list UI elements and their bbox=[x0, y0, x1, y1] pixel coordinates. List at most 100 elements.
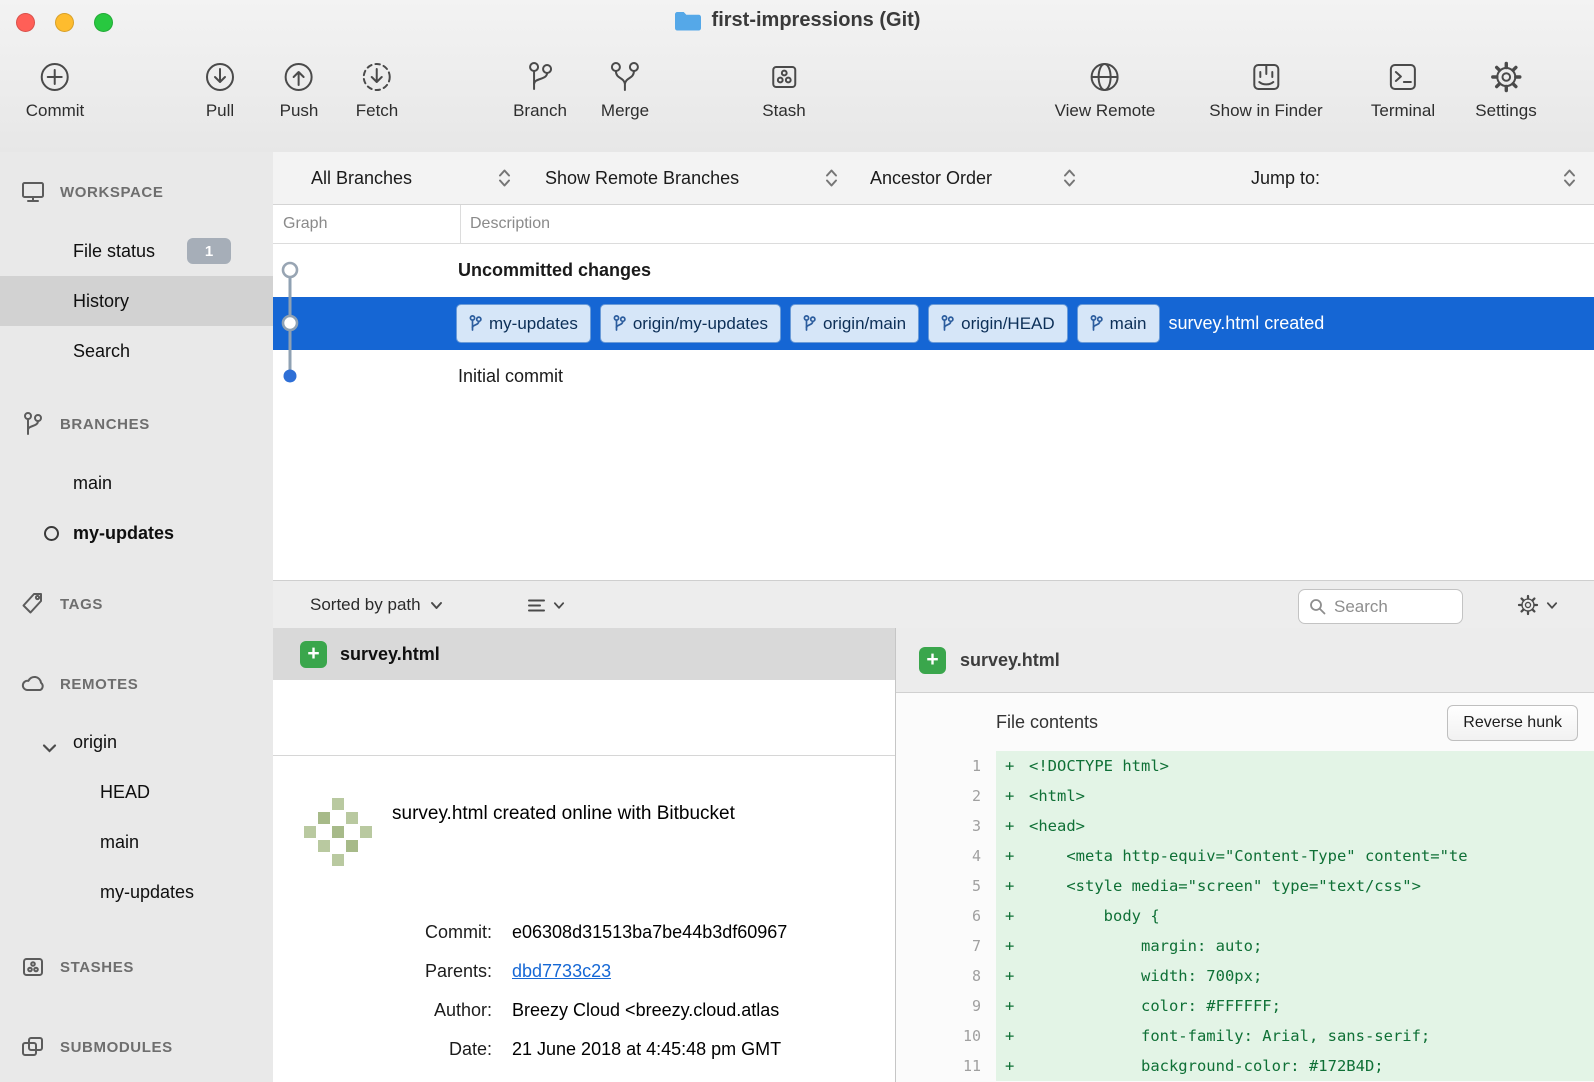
cloud-icon bbox=[20, 671, 60, 697]
diff-line: 1+<!DOCTYPE html> bbox=[896, 751, 1594, 781]
added-file-icon bbox=[919, 647, 946, 674]
toolbar-push-button[interactable]: Push bbox=[280, 56, 319, 121]
date-value: 21 June 2018 at 4:45:48 pm GMT bbox=[512, 1039, 781, 1060]
sidebar-item-branch-my-updates[interactable]: my-updates bbox=[0, 508, 273, 558]
added-file-icon bbox=[300, 641, 327, 668]
toolbar-merge-button[interactable]: Merge bbox=[601, 56, 649, 121]
diff-hunk-header: File contents Reverse hunk bbox=[896, 693, 1594, 751]
toolbar-stash-button[interactable]: Stash bbox=[762, 56, 805, 121]
list-icon bbox=[527, 598, 546, 613]
window-chrome: first-impressions (Git) Commit Pull Push… bbox=[0, 0, 1594, 153]
sidebar-item-history[interactable]: History bbox=[0, 276, 273, 326]
commit-row-selected[interactable]: my-updates origin/my-updates origin/main… bbox=[273, 297, 1594, 350]
file-status-count-badge: 1 bbox=[187, 238, 231, 264]
branch-icon bbox=[522, 56, 558, 98]
commit-detail-message: survey.html created online with Bitbucke… bbox=[392, 756, 895, 824]
hunk-title: File contents bbox=[996, 712, 1098, 733]
file-list-item[interactable]: survey.html bbox=[273, 628, 895, 680]
stashes-icon bbox=[20, 954, 60, 980]
branch-badge-my-updates[interactable]: my-updates bbox=[456, 304, 591, 343]
chevron-down-icon bbox=[1546, 601, 1558, 610]
toolbar-terminal-button[interactable]: Terminal bbox=[1371, 56, 1435, 121]
sidebar-section-workspace[interactable]: WORKSPACE bbox=[0, 168, 273, 216]
diff-line: 4+ <meta http-equiv="Content-Type" conte… bbox=[896, 841, 1594, 871]
diff-line: 3+<head> bbox=[896, 811, 1594, 841]
commit-metadata: Commit: e06308d31513ba7be44b3df60967 Par… bbox=[273, 913, 895, 1069]
sidebar-item-origin-my-updates[interactable]: my-updates bbox=[0, 867, 273, 917]
sort-order-dropdown[interactable]: Ancestor Order bbox=[870, 152, 992, 204]
branch-filter-dropdown[interactable]: All Branches bbox=[311, 152, 412, 204]
branch-badge-origin-my-updates[interactable]: origin/my-updates bbox=[600, 304, 781, 343]
file-list-toolbar: Sorted by path Search bbox=[273, 580, 1594, 632]
sidebar-section-remotes[interactable]: REMOTES bbox=[0, 660, 273, 708]
toolbar-fetch-button[interactable]: Fetch bbox=[356, 56, 399, 121]
branch-badge-main[interactable]: main bbox=[1077, 304, 1160, 343]
reverse-hunk-button[interactable]: Reverse hunk bbox=[1447, 705, 1578, 741]
branch-badge-origin-head[interactable]: origin/HEAD bbox=[928, 304, 1068, 343]
remote-branches-dropdown[interactable]: Show Remote Branches bbox=[545, 152, 739, 204]
description-column-header[interactable]: Description bbox=[461, 205, 550, 243]
jump-to-label: Jump to: bbox=[1251, 152, 1320, 204]
commit-row-initial[interactable]: Initial commit bbox=[273, 350, 1594, 403]
diff-file-header: survey.html bbox=[896, 628, 1594, 693]
submodules-icon bbox=[20, 1034, 60, 1060]
commit-icon bbox=[37, 56, 73, 98]
commit-graph bbox=[273, 244, 313, 403]
chevron-down-icon bbox=[553, 601, 565, 610]
commit-hash-row: Commit: e06308d31513ba7be44b3df60967 bbox=[273, 913, 895, 952]
branch-badge-origin-main[interactable]: origin/main bbox=[790, 304, 919, 343]
sidebar-section-submodules[interactable]: SUBMODULES bbox=[0, 1023, 273, 1071]
toolbar-branch-button[interactable]: Branch bbox=[513, 56, 567, 121]
toolbar-pull-button[interactable]: Pull bbox=[202, 56, 238, 121]
sidebar-item-origin-main[interactable]: main bbox=[0, 817, 273, 867]
gear-icon bbox=[1488, 56, 1524, 98]
toolbar-commit-button[interactable]: Commit bbox=[26, 56, 85, 121]
sourcetree-window: first-impressions (Git) Commit Pull Push… bbox=[0, 0, 1594, 1082]
sort-dropdown[interactable]: Sorted by path bbox=[310, 581, 443, 629]
remote-branches-stepper-icon[interactable] bbox=[825, 166, 838, 195]
toolbar-show-in-finder-button[interactable]: Show in Finder bbox=[1209, 56, 1322, 121]
chevron-down-icon bbox=[42, 737, 57, 758]
globe-icon bbox=[1087, 56, 1123, 98]
sidebar-section-branches[interactable]: BRANCHES bbox=[0, 400, 273, 448]
commit-row-uncommitted[interactable]: Uncommitted changes bbox=[273, 244, 1594, 297]
jump-to-stepper-icon[interactable] bbox=[1563, 166, 1576, 195]
file-options-gear-button[interactable] bbox=[1516, 581, 1558, 629]
file-list-empty-space bbox=[273, 680, 895, 756]
sidebar-section-stashes[interactable]: STASHES bbox=[0, 943, 273, 991]
window-title: first-impressions (Git) bbox=[712, 9, 921, 32]
file-search-input[interactable]: Search bbox=[1298, 589, 1463, 624]
search-icon bbox=[1309, 598, 1326, 615]
history-filter-bar: All Branches Show Remote Branches Ancest… bbox=[273, 152, 1594, 205]
branch-icon bbox=[20, 411, 60, 437]
author-value: Breezy Cloud <breezy.cloud.atlas bbox=[512, 1000, 779, 1021]
diff-lines: 1+<!DOCTYPE html> 2+<html> 3+<head> 4+ <… bbox=[896, 751, 1594, 1082]
sidebar-item-branch-main[interactable]: main bbox=[0, 458, 273, 508]
history-empty-space bbox=[273, 403, 1594, 580]
branch-filter-stepper-icon[interactable] bbox=[498, 166, 511, 195]
tag-icon bbox=[20, 591, 60, 617]
list-view-options-button[interactable] bbox=[527, 581, 565, 629]
sidebar: WORKSPACE File status 1 History Search B… bbox=[0, 152, 274, 1082]
diff-line: 10+ font-family: Arial, sans-serif; bbox=[896, 1021, 1594, 1051]
sidebar-item-file-status[interactable]: File status 1 bbox=[0, 226, 273, 276]
parent-hash-link[interactable]: dbd7733c23 bbox=[512, 961, 611, 982]
sidebar-item-remote-origin[interactable]: origin bbox=[0, 717, 273, 767]
toolbar-settings-button[interactable]: Settings bbox=[1475, 56, 1536, 121]
gear-icon bbox=[1516, 593, 1540, 617]
toolbar-view-remote-button[interactable]: View Remote bbox=[1055, 56, 1156, 121]
commit-details: survey.html created online with Bitbucke… bbox=[273, 756, 895, 1082]
current-branch-indicator bbox=[44, 526, 59, 541]
diff-line: 9+ color: #FFFFFF; bbox=[896, 991, 1594, 1021]
fetch-icon bbox=[359, 56, 395, 98]
graph-column-header[interactable]: Graph bbox=[273, 205, 461, 243]
sort-order-stepper-icon[interactable] bbox=[1063, 166, 1076, 195]
folder-icon bbox=[674, 10, 702, 32]
finder-icon bbox=[1248, 56, 1284, 98]
detail-panels: survey.html bbox=[273, 628, 1594, 1082]
avatar bbox=[300, 794, 376, 870]
sidebar-item-origin-head[interactable]: HEAD bbox=[0, 767, 273, 817]
sidebar-item-search[interactable]: Search bbox=[0, 326, 273, 376]
sidebar-section-tags[interactable]: TAGS bbox=[0, 580, 273, 628]
diff-line: 11+ background-color: #172B4D; bbox=[896, 1051, 1594, 1081]
